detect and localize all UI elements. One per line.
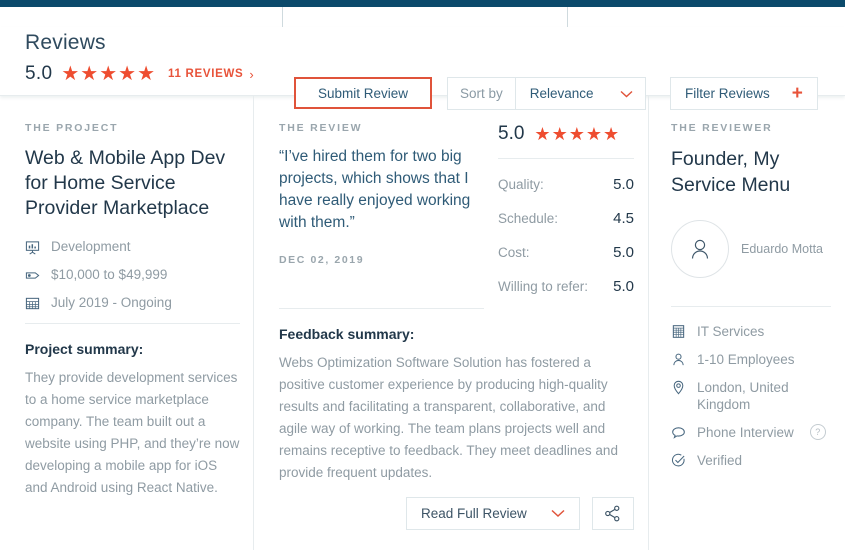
- reviewer-meta-text: 1-10 Employees: [697, 352, 795, 367]
- score-row: Quality: 5.0: [498, 176, 634, 193]
- reviewer-title: Founder, My Service Menu: [671, 148, 791, 196]
- chevron-right-icon: ›: [249, 66, 255, 82]
- share-icon: [604, 505, 621, 522]
- reviewer-meta-item: London, United Kingdom: [671, 379, 831, 413]
- review-overall-value: 5.0: [498, 123, 525, 144]
- page-title: Reviews: [25, 31, 106, 54]
- star-icon: ★: [118, 63, 137, 85]
- review-card: THE PROJECT Web & Mobile App Dev for Hom…: [0, 96, 845, 550]
- score-row: Cost: 5.0: [498, 244, 634, 261]
- feedback-divider: [279, 308, 484, 309]
- overall-rating-row: 5.0 ★ ★ ★ ★ ★ 11 REVIEWS ›: [25, 63, 254, 85]
- star-icon: ★: [137, 63, 156, 85]
- star-icon: ★: [568, 124, 585, 144]
- review-scores: 5.0 ★ ★ ★ ★ ★ Quality: 5.0 Schedule: 4.5…: [498, 96, 634, 295]
- reviewer-meta-text: IT Services: [697, 324, 765, 339]
- reviewer-meta-text: London, United Kingdom: [697, 380, 789, 412]
- column-divider-right: [648, 96, 649, 550]
- score-value: 5.0: [613, 278, 634, 295]
- project-eyebrow: THE PROJECT: [25, 122, 119, 134]
- score-label: Cost:: [498, 245, 530, 260]
- feedback-heading: Feedback summary:: [279, 326, 415, 342]
- project-meta-item: July 2019 - Ongoing: [25, 295, 240, 311]
- building-icon: [671, 324, 686, 339]
- project-summary-heading: Project summary:: [25, 341, 144, 357]
- price-tag-icon: [25, 268, 40, 283]
- reviewer-identity: Eduardo Motta: [671, 220, 831, 278]
- avatar: [671, 220, 729, 278]
- reviewer-divider: [671, 306, 831, 307]
- user-avatar-icon: [685, 234, 715, 264]
- star-icon: ★: [80, 63, 99, 85]
- score-value: 5.0: [613, 176, 634, 193]
- review-count-label: 11 REVIEWS: [168, 68, 244, 80]
- top-bar-divider-right: [567, 7, 568, 27]
- review-count-link[interactable]: 11 REVIEWS ›: [168, 67, 254, 82]
- project-divider: [25, 323, 240, 324]
- calendar-icon: [25, 296, 40, 311]
- feedback-summary: Feedback summary: Webs Optimization Soft…: [279, 308, 634, 484]
- reviewer-meta-item: IT Services: [671, 323, 831, 340]
- score-row: Willing to refer: 5.0: [498, 278, 634, 295]
- top-bar-divider-left: [282, 7, 283, 27]
- share-button[interactable]: [591, 497, 634, 530]
- project-column: THE PROJECT Web & Mobile App Dev for Hom…: [25, 96, 240, 499]
- help-icon[interactable]: ?: [809, 424, 826, 440]
- star-icon: ★: [602, 124, 620, 144]
- project-meta-item: $10,000 to $49,999: [25, 267, 240, 283]
- star-icon: ★: [585, 124, 602, 144]
- project-title: Web & Mobile App Dev for Home Service Pr…: [25, 147, 226, 219]
- project-meta-text: Development: [51, 239, 131, 254]
- reviewer-meta-item: 1-10 Employees: [671, 351, 831, 368]
- read-full-review-label: Read Full Review: [421, 506, 527, 521]
- review-actions: Read Full Review: [406, 497, 634, 530]
- reviewer-meta-item: Verified: [671, 452, 831, 469]
- reviewer-meta-text: Verified: [697, 453, 743, 468]
- reviewer-meta-list: IT Services 1-10 Employees London, Unite…: [671, 323, 831, 469]
- project-meta-list: Development $10,000 to $49,999 July 2019…: [25, 239, 240, 311]
- review-column: THE REVIEW “I’ve hired them for two big …: [279, 96, 479, 266]
- project-summary-text: They provide development services to a h…: [25, 370, 240, 495]
- star-icon: ★: [534, 124, 551, 144]
- feedback-text: Webs Optimization Software Solution has …: [279, 355, 618, 480]
- reviewer-meta-item: Phone Interview ?: [671, 424, 831, 441]
- review-eyebrow: THE REVIEW: [279, 122, 363, 134]
- review-star-icons: ★ ★ ★ ★ ★: [534, 125, 619, 143]
- presentation-icon: [25, 240, 40, 255]
- person-icon: [671, 352, 686, 367]
- score-value: 5.0: [613, 244, 634, 261]
- chevron-down-icon: [551, 509, 565, 518]
- reviews-header: Reviews 5.0 ★ ★ ★ ★ ★ 11 REVIEWS › Submi…: [0, 27, 845, 110]
- column-divider-left: [253, 96, 254, 550]
- reviewer-name: Eduardo Motta: [741, 241, 823, 256]
- star-icon: ★: [551, 124, 568, 144]
- project-meta-text: July 2019 - Ongoing: [51, 295, 172, 310]
- top-navigation-bar: [0, 0, 845, 7]
- review-date: DEC 02, 2019: [279, 254, 365, 266]
- project-meta-text: $10,000 to $49,999: [51, 267, 168, 282]
- star-rating-icons: ★ ★ ★ ★ ★: [61, 64, 155, 84]
- review-overall-rating: 5.0 ★ ★ ★ ★ ★: [498, 96, 634, 159]
- location-pin-icon: [671, 380, 686, 395]
- star-icon: ★: [99, 63, 118, 85]
- score-label: Schedule:: [498, 211, 559, 226]
- score-label: Willing to refer:: [498, 279, 589, 294]
- reviewer-meta-text: Phone Interview: [697, 425, 794, 440]
- score-value: 4.5: [613, 210, 634, 227]
- speech-bubble-icon: [671, 425, 686, 440]
- score-label: Quality:: [498, 177, 544, 192]
- reviewer-column: THE REVIEWER Founder, My Service Menu Ed…: [671, 96, 831, 480]
- read-full-review-button[interactable]: Read Full Review: [406, 497, 580, 530]
- check-circle-icon: [671, 453, 686, 468]
- star-icon: ★: [61, 63, 80, 85]
- project-meta-item: Development: [25, 239, 240, 255]
- reviewer-eyebrow: THE REVIEWER: [671, 122, 773, 134]
- score-row: Schedule: 4.5: [498, 210, 634, 227]
- review-quote: “I’ve hired them for two big projects, w…: [279, 148, 471, 231]
- overall-rating-value: 5.0: [25, 63, 53, 84]
